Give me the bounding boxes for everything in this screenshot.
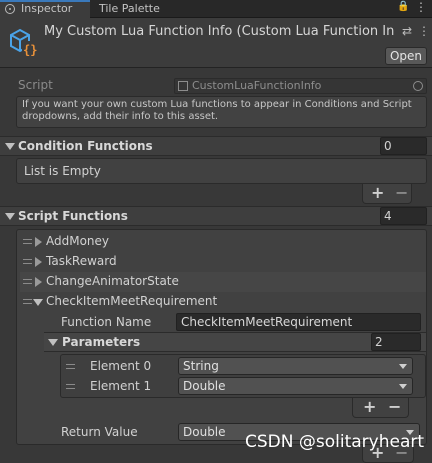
parameter-type-dropdown[interactable]: Double <box>178 377 413 395</box>
tab-menu-icon[interactable]: ⋮ <box>415 0 427 14</box>
foldout-arrow-icon[interactable] <box>5 143 15 150</box>
parameter-type-dropdown[interactable]: String <box>178 357 413 375</box>
drag-handle-icon[interactable] <box>66 384 75 389</box>
script-value: CustomLuaFunctionInfo <box>192 79 322 92</box>
function-item-label: TaskReward <box>46 254 117 268</box>
function-item-label: CheckItemMeetRequirement <box>46 294 218 308</box>
parameters-add-remove: + − <box>352 397 409 418</box>
foldout-arrow-icon[interactable] <box>33 299 43 306</box>
tab-tile-palette[interactable]: Tile Palette <box>99 0 160 18</box>
remove-icon[interactable]: − <box>395 183 408 202</box>
return-value-label: Return Value <box>61 425 138 439</box>
condition-functions-header[interactable]: Condition Functions <box>0 136 432 156</box>
script-file-icon <box>178 81 188 91</box>
add-icon[interactable]: + <box>371 183 384 202</box>
tab-bar: Inspector Tile Palette 🔒 ⋮ <box>0 0 432 18</box>
help-box: If you want your own custom Lua function… <box>16 96 427 128</box>
foldout-arrow-icon[interactable] <box>5 213 15 220</box>
svg-text:{}: {} <box>23 43 37 57</box>
drag-handle-icon[interactable] <box>23 259 32 264</box>
script-field[interactable]: CustomLuaFunctionInfo <box>174 78 427 94</box>
parameter-type-value: String <box>183 359 219 373</box>
add-icon[interactable]: + <box>363 397 376 416</box>
parameters-label: Parameters <box>62 335 141 349</box>
list-item[interactable]: TaskReward <box>20 252 426 272</box>
asset-title: My Custom Lua Function Info (Custom Lua … <box>44 24 394 39</box>
parameters-header[interactable]: Parameters <box>44 332 426 352</box>
list-item[interactable]: ChangeAnimatorState <box>20 272 426 292</box>
remove-icon[interactable]: − <box>388 397 401 416</box>
header-menu-icon[interactable]: ⋮ <box>418 24 430 38</box>
list-item[interactable]: AddMoney <box>20 232 426 252</box>
condition-functions-label: Condition Functions <box>18 139 153 153</box>
chevron-down-icon <box>399 384 407 389</box>
drag-handle-icon[interactable] <box>23 299 32 304</box>
script-label: Script <box>18 78 53 92</box>
list-empty-text: List is Empty <box>24 164 101 178</box>
object-picker-icon[interactable] <box>413 81 423 91</box>
function-name-field[interactable]: CheckItemMeetRequirement <box>176 313 421 331</box>
function-item-label: AddMoney <box>46 234 110 248</box>
chevron-down-icon <box>399 364 407 369</box>
tab-inspector[interactable]: Inspector <box>0 0 90 18</box>
foldout-arrow-icon[interactable] <box>48 339 58 346</box>
scriptable-object-icon: {} <box>10 28 37 57</box>
function-name-label: Function Name <box>61 315 152 329</box>
inspector-tab-icon <box>5 4 15 14</box>
condition-functions-list: List is Empty <box>16 158 427 184</box>
foldout-arrow-icon[interactable] <box>35 237 42 247</box>
script-functions-label: Script Functions <box>18 209 128 223</box>
preset-icon[interactable]: ⇄ <box>402 24 412 38</box>
condition-functions-count[interactable]: 0 <box>380 137 427 155</box>
drag-handle-icon[interactable] <box>23 279 32 284</box>
drag-handle-icon[interactable] <box>23 239 32 244</box>
parameter-label: Element 1 <box>90 379 152 393</box>
foldout-arrow-icon[interactable] <box>35 277 42 287</box>
script-functions-count[interactable]: 4 <box>380 207 427 225</box>
watermark: CSDN @solitaryheart <box>245 432 425 452</box>
function-item-label: ChangeAnimatorState <box>46 274 179 288</box>
script-functions-header[interactable]: Script Functions <box>0 206 432 226</box>
drag-handle-icon[interactable] <box>66 364 75 369</box>
condition-functions-add-remove: + − <box>362 183 412 204</box>
foldout-arrow-icon[interactable] <box>35 257 42 267</box>
parameter-type-value: Double <box>183 379 226 393</box>
return-value-value: Double <box>183 425 226 439</box>
inspector-header: {} My Custom Lua Function Info (Custom L… <box>0 18 432 68</box>
parameters-count[interactable]: 2 <box>371 333 421 351</box>
tab-inspector-label: Inspector <box>21 2 73 15</box>
lock-icon[interactable]: 🔒 <box>397 1 409 12</box>
list-item[interactable]: CheckItemMeetRequirement <box>20 292 426 312</box>
open-button[interactable]: Open <box>385 47 427 65</box>
parameter-label: Element 0 <box>90 359 152 373</box>
